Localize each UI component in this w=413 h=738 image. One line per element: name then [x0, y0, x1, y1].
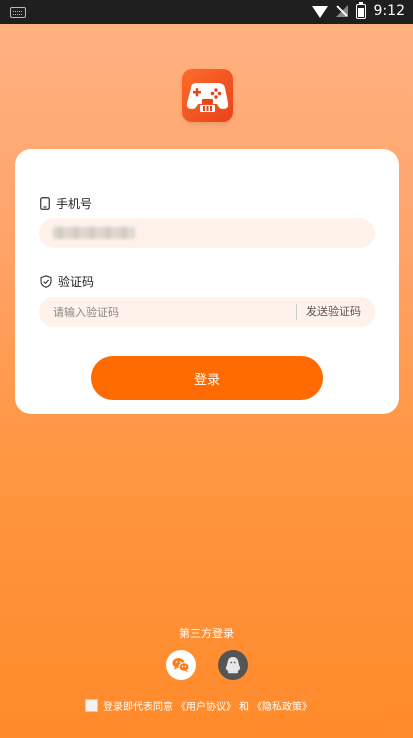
phone-field[interactable] [39, 218, 375, 248]
phone-label: 手机号 [56, 197, 93, 211]
field-divider [296, 304, 297, 320]
keyboard-icon [10, 7, 26, 18]
login-button[interactable]: 登录 [91, 356, 323, 400]
signal-icon [335, 5, 348, 17]
wechat-icon [172, 658, 190, 673]
user-agreement-link[interactable]: 《用户协议》 [176, 698, 236, 713]
login-card: 手机号 验证码 发送验证码 登录 [15, 149, 399, 414]
agreement-checkbox[interactable] [85, 699, 98, 712]
app-logo [182, 69, 233, 122]
shield-check-icon [40, 275, 52, 288]
wechat-login-button[interactable] [166, 650, 196, 680]
code-field: 发送验证码 [39, 297, 375, 327]
gamepad-icon [186, 83, 229, 112]
status-bar: 9:12 [0, 0, 413, 24]
qq-penguin-icon [225, 657, 241, 674]
agreement-and: 和 [239, 702, 249, 713]
battery-icon [355, 1, 366, 19]
status-right: 9:12 [311, 1, 405, 19]
code-label-row: 验证码 [40, 273, 94, 290]
agreement-row: 登录即代表同意 《用户协议》 和 《隐私政策》 [85, 698, 312, 713]
status-time: 9:12 [373, 3, 405, 19]
privacy-policy-link[interactable]: 《隐私政策》 [252, 698, 312, 713]
third-party-title: 第三方登录 [179, 627, 234, 640]
code-label: 验证码 [58, 275, 95, 289]
agreement-prefix: 登录即代表同意 [103, 702, 173, 713]
qq-login-button[interactable] [218, 650, 248, 680]
code-input[interactable] [53, 297, 273, 327]
phone-icon [40, 197, 50, 210]
send-code-button[interactable]: 发送验证码 [306, 297, 361, 327]
phone-label-row: 手机号 [40, 195, 92, 212]
phone-value-redacted [53, 227, 135, 239]
wifi-icon [311, 6, 328, 18]
